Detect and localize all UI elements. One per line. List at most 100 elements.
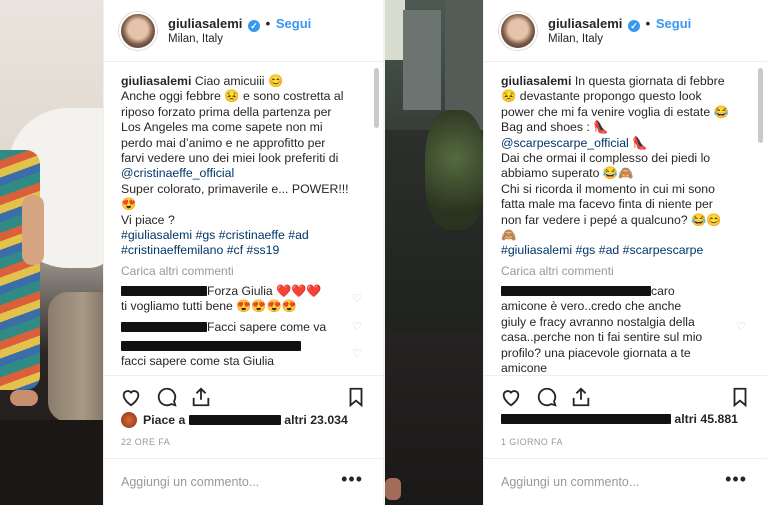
- redacted-username: [121, 322, 207, 332]
- scrollbar[interactable]: [374, 68, 379, 128]
- username-link[interactable]: giuliasalemi: [168, 16, 242, 31]
- likes-prefix: Piace a: [143, 413, 186, 427]
- caption-line: Anche oggi febbre 😣 e sono costretta al: [121, 89, 344, 104]
- likes-summary[interactable]: altri 45.881: [501, 412, 757, 426]
- avatar[interactable]: [499, 12, 537, 50]
- photo-stool: [48, 292, 103, 422]
- scrollbar[interactable]: [758, 68, 763, 143]
- photo-floor: [0, 420, 103, 505]
- caption-line: Vi piace ?: [121, 212, 175, 227]
- likes-count[interactable]: altri 45.881: [674, 412, 738, 426]
- username-link[interactable]: giuliasalemi: [548, 16, 622, 31]
- share-icon[interactable]: [190, 386, 212, 408]
- more-options-icon[interactable]: •••: [341, 469, 363, 490]
- location-link[interactable]: Milan, Italy: [168, 33, 223, 45]
- caption-username[interactable]: giuliasalemi: [121, 74, 191, 88]
- action-bar: [104, 375, 383, 415]
- comment-line: Facci sapere come va: [121, 320, 349, 335]
- location-link[interactable]: Milan, Italy: [548, 33, 603, 45]
- like-heart-icon[interactable]: [500, 386, 522, 408]
- post-1: giuliasalemi ✓ • Segui Milan, Italy giul…: [0, 0, 383, 505]
- avatar[interactable]: [119, 12, 157, 50]
- caption-text: In questa giornata di febbre: [574, 74, 725, 88]
- post-panel: giuliasalemi ✓ • Segui Milan, Italy giul…: [483, 0, 767, 505]
- caption-line: 🙈: [501, 228, 517, 243]
- redacted-username: [121, 341, 301, 351]
- more-options-icon[interactable]: •••: [725, 469, 747, 490]
- photo-floor: [385, 330, 483, 505]
- comment-bubble-icon[interactable]: [156, 386, 178, 408]
- comment-line: amicone è vero..credo che anche: [501, 299, 682, 314]
- add-comment-bar: Aggiungi un commento... •••: [104, 458, 383, 505]
- comment-like-icon[interactable]: ♡: [352, 322, 363, 333]
- post-timestamp[interactable]: 1 GIORNO FA: [501, 437, 563, 447]
- post-photo[interactable]: [385, 0, 483, 505]
- caption-text: Ciao amicuiii 😊: [194, 74, 284, 88]
- caption-username[interactable]: giuliasalemi: [501, 74, 571, 88]
- caption-line: giuliasalemi In questa giornata di febbr…: [501, 74, 747, 89]
- caption-line: Los Angeles ma come sapete non mi: [121, 120, 323, 135]
- hashtag-links[interactable]: #giuliasalemi #gs #ad #scarpescarpe: [501, 243, 747, 258]
- post-author: giuliasalemi ✓ • Segui: [168, 16, 311, 32]
- redacted-username: [121, 286, 207, 296]
- caption-line: farvi vedere uno dei miei look preferiti…: [121, 151, 339, 166]
- caption-line: fatta male ma facevo finta di niente per: [501, 197, 713, 212]
- likes-summary[interactable]: Piace a altri 23.034: [121, 412, 373, 428]
- comment: Facci sapere come va: [121, 320, 349, 335]
- caption-line: Dai che ormai il complesso dei piedi lo: [501, 151, 711, 166]
- verified-icon: ✓: [628, 20, 641, 32]
- load-more-comments[interactable]: Carica altri commenti: [501, 264, 614, 278]
- verified-icon: ✓: [248, 20, 261, 32]
- photo-foot: [10, 390, 38, 406]
- load-more-comments[interactable]: Carica altri commenti: [121, 264, 234, 278]
- comment-like-icon[interactable]: ♡: [352, 349, 363, 360]
- comment-text: Facci sapere come va: [207, 320, 327, 334]
- post-caption: giuliasalemi In questa giornata di febbr…: [501, 74, 747, 259]
- comment-text: caro: [651, 284, 675, 298]
- separator-dot: •: [265, 16, 271, 31]
- comment-bubble-icon[interactable]: [536, 386, 558, 408]
- comment: Forza Giulia ❤️❤️❤️ ti vogliamo tutti be…: [121, 284, 349, 315]
- photo-arm: [22, 195, 44, 265]
- add-comment-input[interactable]: Aggiungi un commento...: [121, 475, 259, 489]
- caption-line: non far vedere i pepé a qualcuno? 😂😊: [501, 212, 722, 227]
- separator-dot: •: [645, 16, 651, 31]
- bookmark-icon[interactable]: [729, 386, 751, 408]
- comment-line: casa..perche non ti fai sentire sul mio: [501, 330, 703, 345]
- post-timestamp[interactable]: 22 ORE FA: [121, 437, 170, 447]
- comment-line: facci sapere come sta Giulia: [121, 354, 275, 369]
- add-comment-input[interactable]: Aggiungi un commento...: [501, 475, 639, 489]
- comment-text: Forza Giulia ❤️❤️❤️: [207, 284, 322, 298]
- follow-button[interactable]: Segui: [276, 16, 311, 31]
- bookmark-icon[interactable]: [345, 386, 367, 408]
- likes-count[interactable]: altri 23.034: [284, 413, 348, 427]
- hashtag-links[interactable]: #cristinaeffemilano #cf #ss19: [121, 243, 363, 258]
- post-header: giuliasalemi ✓ • Segui Milan, Italy: [484, 0, 767, 62]
- comment-like-icon[interactable]: ♡: [352, 294, 363, 305]
- follow-button[interactable]: Segui: [656, 16, 691, 31]
- post-author: giuliasalemi ✓ • Segui: [548, 16, 691, 32]
- redacted-username: [188, 415, 281, 425]
- comment-line: caro: [501, 284, 733, 299]
- comment-like-icon[interactable]: ♡: [736, 322, 747, 333]
- caption-line: power che mi fa venire voglia di estate …: [501, 104, 729, 119]
- share-icon[interactable]: [570, 386, 592, 408]
- photo-building: [403, 10, 441, 110]
- post-caption: giuliasalemi Ciao amicuiii 😊 Anche oggi …: [121, 74, 363, 259]
- mention-link[interactable]: @scarpescarpe_official 👠: [501, 136, 747, 151]
- add-comment-bar: Aggiungi un commento... •••: [484, 458, 767, 505]
- caption-line: Chi si ricorda il momento in cui mi sono: [501, 181, 715, 196]
- caption-line: giuliasalemi Ciao amicuiii 😊: [121, 74, 363, 89]
- caption-line: Super colorato, primaverile e... POWER!!…: [121, 181, 349, 196]
- hashtag-links[interactable]: #giuliasalemi #gs #cristinaeffe #ad: [121, 228, 363, 243]
- mention-link[interactable]: @cristinaeffe_official: [121, 166, 363, 181]
- like-heart-icon[interactable]: [120, 386, 142, 408]
- redacted-likers: [501, 414, 671, 424]
- comment-line: profilo? una piacevole giornata a te: [501, 345, 691, 360]
- caption-line: perdo mai d’animo e ne approfitto per: [121, 135, 326, 150]
- caption-line: abbiamo superato 😂🙈: [501, 166, 634, 181]
- photo-dress: [0, 150, 40, 390]
- post-photo[interactable]: [0, 0, 103, 505]
- caption-line: Bag and shoes : 👠: [501, 120, 609, 135]
- comment: caro amicone è vero..credo che anche giu…: [501, 284, 733, 376]
